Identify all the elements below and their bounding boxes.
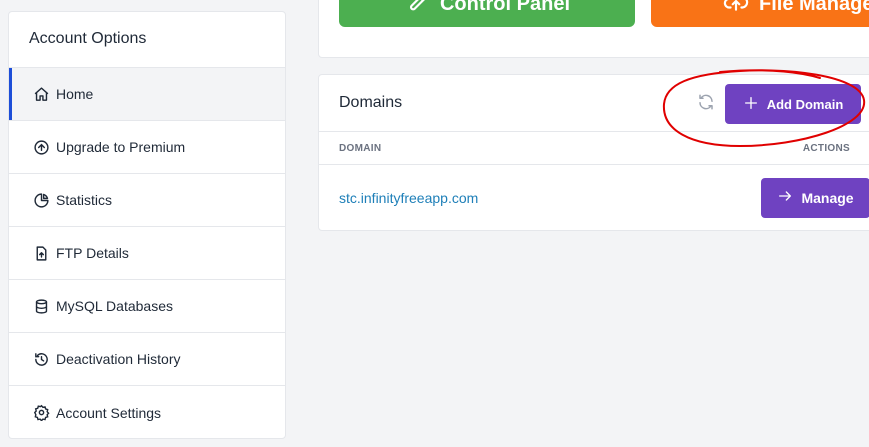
- home-icon: [32, 85, 50, 103]
- sidebar-item-mysql[interactable]: MySQL Databases: [9, 280, 285, 333]
- column-header-actions: ACTIONS: [802, 142, 850, 154]
- sidebar-item-statistics[interactable]: Statistics: [9, 174, 285, 227]
- sidebar-item-label: FTP Details: [56, 245, 129, 261]
- sidebar-item-ftp[interactable]: FTP Details: [9, 227, 285, 280]
- account-options-sidebar: Account Options Home Upgrade to Premium …: [8, 11, 286, 439]
- sidebar-item-label: Account Settings: [56, 404, 162, 421]
- sidebar-title: Account Options: [9, 12, 285, 68]
- sidebar-item-label: Statistics: [56, 192, 113, 208]
- domains-table-header: DOMAIN ACTIONS: [319, 132, 869, 165]
- manage-button[interactable]: Manage: [761, 177, 869, 218]
- domains-title: Domains: [339, 94, 403, 111]
- domain-link[interactable]: stc.infinityfreeapp.com: [339, 190, 478, 206]
- history-icon: [32, 350, 50, 368]
- file-manager-label: File Manager: [759, 0, 869, 15]
- database-icon: [32, 297, 50, 315]
- add-domain-label: Add Domain: [766, 96, 844, 112]
- file-upload-icon: [32, 244, 50, 262]
- table-row: stc.infinityfreeapp.com Manage: [319, 165, 869, 230]
- domains-header: Domains Add Domain: [319, 75, 869, 132]
- manage-label: Manage: [801, 189, 854, 206]
- refresh-button[interactable]: [689, 87, 723, 121]
- sidebar-item-upgrade[interactable]: Upgrade to Premium: [9, 121, 285, 174]
- sidebar-item-account-settings[interactable]: Account Settings: [9, 386, 285, 438]
- gear-icon: [32, 404, 50, 422]
- control-panel-button[interactable]: Control Panel: [339, 0, 635, 27]
- refresh-icon: [697, 93, 715, 116]
- cloud-upload-icon: [723, 0, 749, 20]
- add-domain-button[interactable]: Add Domain: [725, 84, 861, 124]
- arrow-right-icon: [777, 188, 793, 207]
- wrench-icon: [404, 0, 430, 20]
- plus-icon: [743, 95, 759, 114]
- file-manager-button[interactable]: File Manager: [651, 0, 869, 27]
- sidebar-item-label: MySQL Databases: [56, 298, 173, 314]
- sidebar-item-label: Home: [56, 86, 94, 102]
- sidebar-item-label: Upgrade to Premium: [56, 139, 186, 155]
- column-header-domain: DOMAIN: [339, 142, 382, 154]
- sidebar-item-label: Deactivation History: [56, 351, 181, 367]
- sidebar-item-deactivation-history[interactable]: Deactivation History: [9, 333, 285, 386]
- pie-chart-icon: [32, 191, 50, 209]
- sidebar-item-home[interactable]: Home: [9, 68, 285, 121]
- arrow-up-circle-icon: [32, 138, 50, 156]
- control-panel-label: Control Panel: [439, 0, 570, 15]
- domains-card: Domains Add Domain DOMAIN ACTIONS stc.in…: [318, 74, 869, 231]
- quick-links-card: Control Panel File Manager: [318, 0, 869, 58]
